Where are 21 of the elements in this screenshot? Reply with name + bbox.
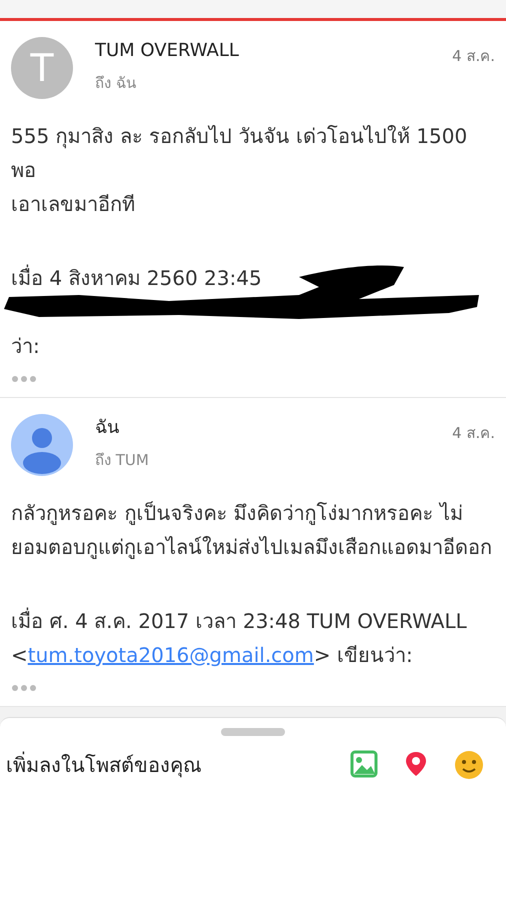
message-date: 4 ส.ค. <box>452 46 495 67</box>
message-body: เอาเลขมาอีกที <box>11 191 136 218</box>
smiley-icon[interactable] <box>454 750 484 780</box>
sender-name: ฉัน <box>95 416 119 440</box>
quote-header: เมื่อ ศ. 4 ส.ค. 2017 เวลา 23:48 TUM OVERWALL <tum.toyota2016@gmail.com> เขียนว่า: <box>11 606 468 669</box>
quote-header: เมื่อ 4 สิงหาคม 2560 23:45 <box>11 264 263 292</box>
recipient-label: ถึง TUM <box>95 450 150 470</box>
add-to-post-label: เพิ่มลงในโพสต์ของคุณ <box>6 750 202 780</box>
more-dots-icon <box>11 375 37 383</box>
recipient-label: ถึง ฉัน <box>95 72 137 94</box>
message-date: 4 ส.ค. <box>452 423 495 444</box>
avatar: T <box>11 37 73 99</box>
sender-name: TUM OVERWALL <box>95 39 239 63</box>
photo-icon[interactable] <box>350 750 378 778</box>
message-body: 555 กุมาสิง ละ รอกลับไป วันจัน เด่วโอนไปให้ 1500 พอ <box>11 123 468 184</box>
person-avatar-icon <box>11 414 73 476</box>
sheet-handle[interactable] <box>221 728 285 736</box>
email-link[interactable]: tum.toyota2016@gmail.com <box>28 643 314 667</box>
more-dots-icon <box>11 684 37 692</box>
message-body: กลัวกูหรอคะ กูเป็นจริงคะ มึงคิดว่ากูโง่มากหรอคะ ไม่ยอมตอบกูแต่กูเอาไลน์ใหม่ส่งไปเมลมึงเสือกแอดมาอีดอก <box>11 500 493 561</box>
quote-header: ว่า: <box>11 333 41 360</box>
